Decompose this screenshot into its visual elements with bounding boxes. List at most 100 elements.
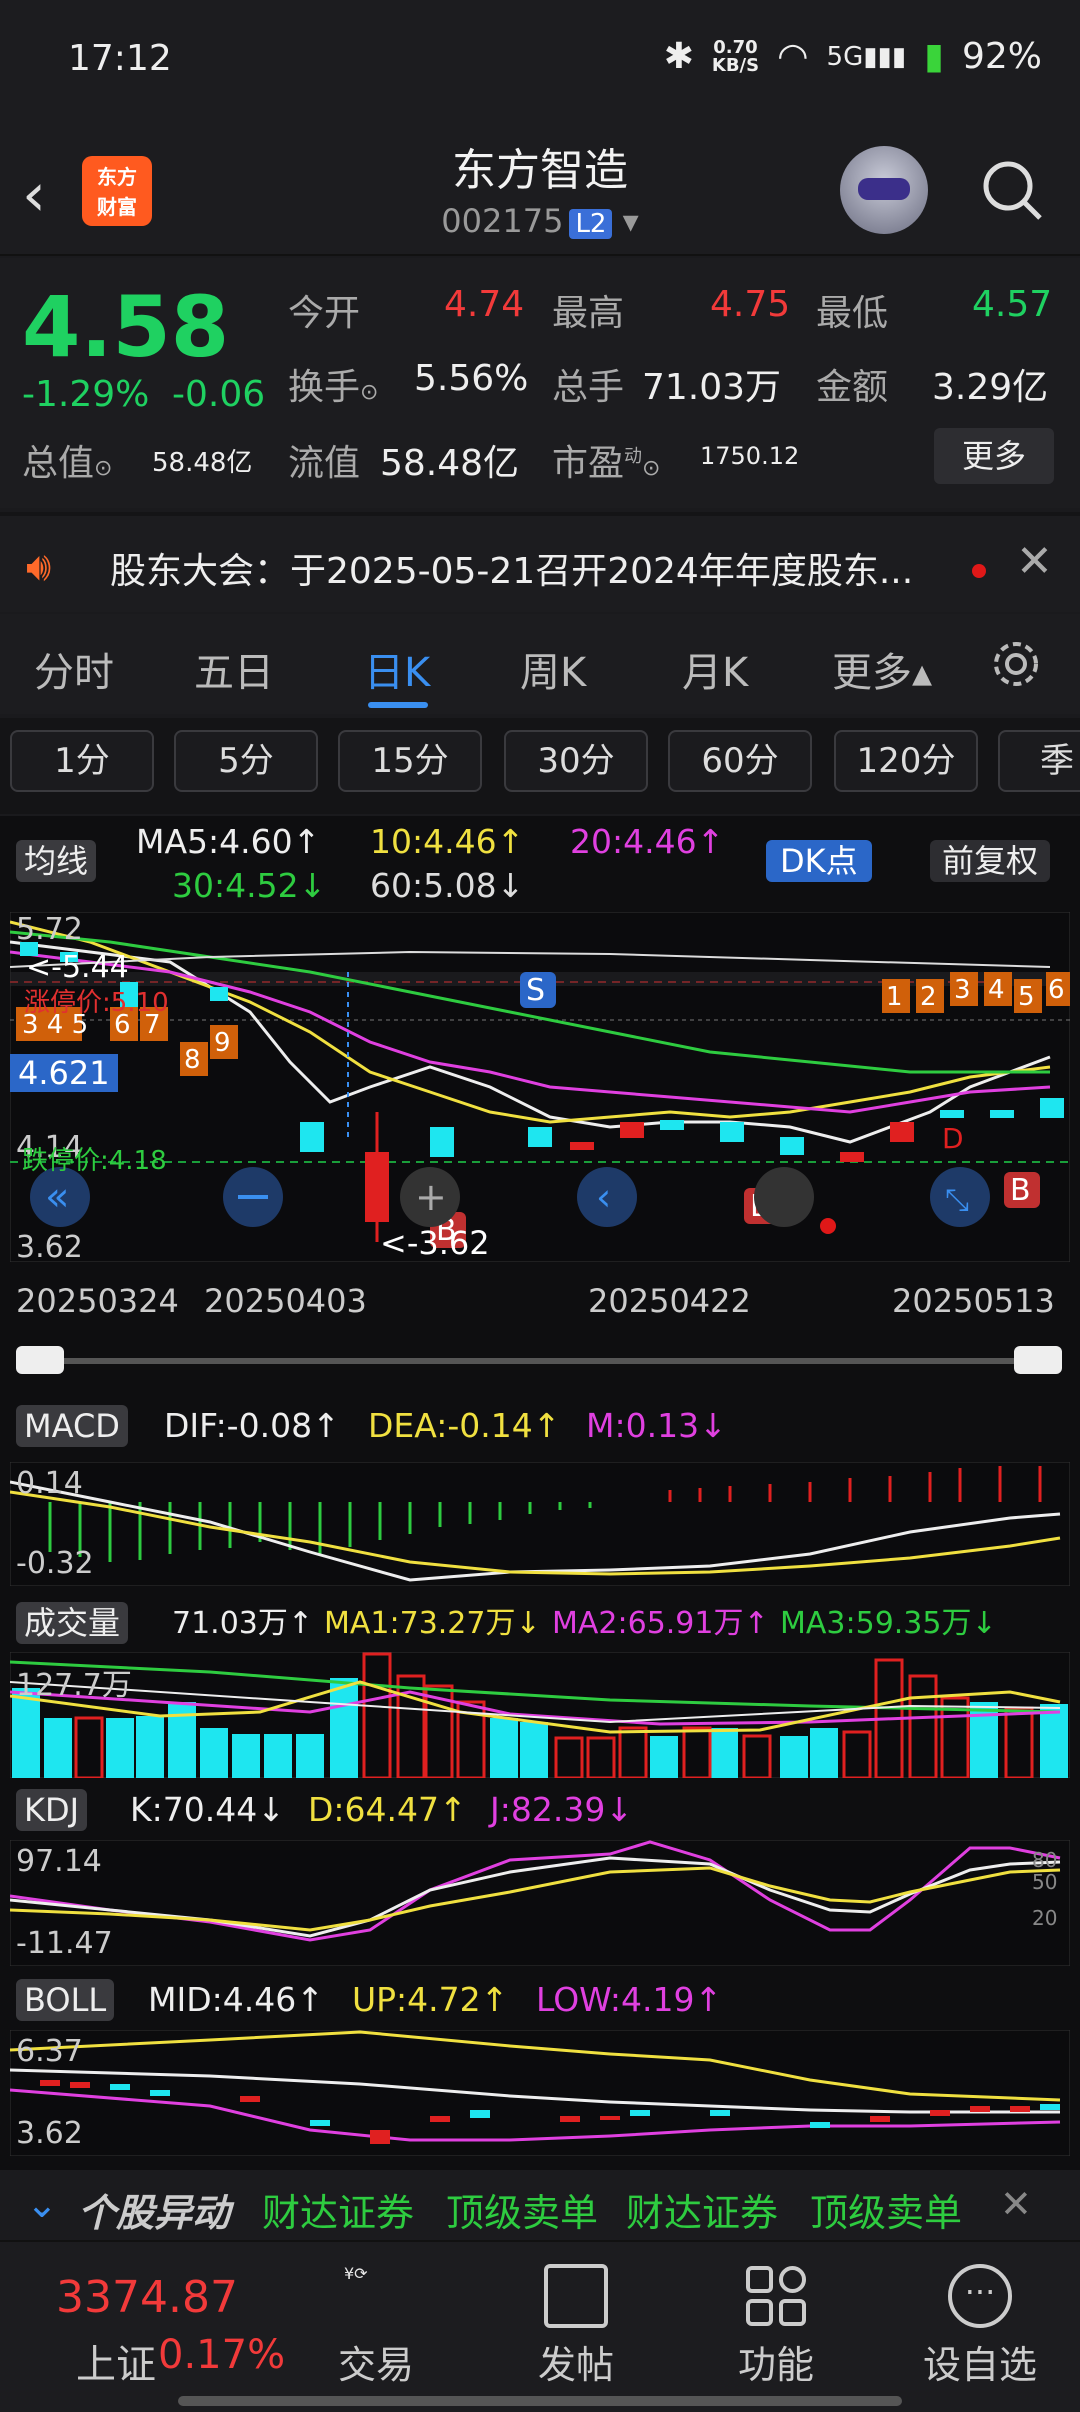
nav-trade[interactable]: 交易 [306,2334,446,2389]
chart-area: 均线 MA5:4.60↑ 10:4.46↑ 20:4.46↑ 30:4.52↓ … [0,816,1080,2216]
limit-down-label: 跌停价:4.18 [22,1146,167,1176]
dk-point-button[interactable]: DK点 [766,840,872,882]
period-60min[interactable]: 60分 [668,730,812,792]
more-dots-icon: ··· [948,2264,1012,2328]
date-label: 20250513 [892,1282,1055,1320]
kline-high-label: 5.72 [16,912,83,947]
stock-header: ‹ 东方 财富 东方智造 002175 L2 ▾ [0,120,1080,256]
close-icon[interactable]: ✕ [1000,2182,1032,2226]
signal-icon: 5G▮▮▮ [826,41,907,72]
macd-dea: DEA:-0.14↑ [368,1406,561,1445]
bluetooth-icon: ✱ [663,36,694,77]
ma5-value: MA5:4.60↑ [136,822,321,861]
assistant-robot-icon[interactable] [840,146,928,234]
battery-level: 92% [961,36,1042,77]
notice-bar[interactable]: 🔊︎ 股东大会：于2025-05-21召开2024年年度股东... ✕ [0,512,1080,612]
tab-monthly-k[interactable]: 月K [682,640,748,698]
change-pct: -1.29% [22,374,150,415]
limit-up-label: 涨停价:5.10 [24,988,169,1018]
chevron-down-icon[interactable]: ⌄ [26,2182,58,2226]
kdj-chart [10,1840,1070,1966]
svg-text:6: 6 [1048,975,1065,1005]
amount: 3.29亿 [932,367,1049,408]
volume-selector[interactable]: 成交量 [16,1602,129,1644]
stock-alert-ticker[interactable]: ⌄ 个股异动 财达证券 顶级卖单 财达证券 顶级卖单 ✕ [0,2170,1080,2240]
open-price: 4.74 [444,284,525,325]
last-price: 4.58 [22,278,230,376]
date-label: 20250403 [204,1282,367,1320]
period-15min[interactable]: 15分 [338,730,482,792]
pe-ratio: 1750.12 [700,442,800,470]
low-price: 4.57 [972,284,1053,325]
tab-daily-k[interactable]: 日K [364,640,430,698]
function-grid-icon [746,2266,806,2326]
quote-panel: 4.58 -1.29% -0.06 今开 4.74 最高 4.75 最低 4.5… [0,258,1080,508]
active-tab-indicator [368,702,428,708]
high-price: 4.75 [710,284,791,325]
scroll-handle-left[interactable] [16,1346,64,1374]
boll-selector[interactable]: BOLL [16,1979,115,2021]
status-time: 17:12 [68,38,172,79]
close-icon[interactable]: ✕ [1016,536,1053,587]
post-icon [544,2264,608,2328]
index-change: 0.17% [158,2332,286,2378]
svg-text:9: 9 [214,1028,231,1058]
ma20-value: 20:4.46↑ [570,822,725,861]
tab-weekly-k[interactable]: 周K [520,640,586,698]
network-speed: 0.70 KB/S [711,36,760,76]
svg-text:5: 5 [1018,982,1035,1012]
speaker-icon: 🔊︎ [26,544,52,590]
volume-ma2: MA2:65.91万↑ [552,1606,769,1641]
period-5min[interactable]: 5分 [174,730,318,792]
kline-chart[interactable]: 3 4 5 6 7 8 9 1 2 3 4 5 6 S B B B D « + … [10,912,1070,1262]
tab-intraday[interactable]: 分时 [34,640,114,698]
boll-mid: MID:4.46↑ [148,1980,324,2019]
kdj-d: D:64.47↑ [308,1790,467,1829]
home-indicator [178,2396,902,2406]
boll-up: UP:4.72↑ [352,1980,509,2019]
ma30-value: 30:4.52↓ [172,866,327,905]
svg-text:‹: ‹ [596,1175,611,1219]
chart-tabs: 分时 五日 日K 周K 月K 更多▴ [0,614,1080,714]
svg-text:4: 4 [988,975,1005,1005]
nav-post[interactable]: 发帖 [506,2334,646,2389]
kline-high-marker: <-5.44 [26,950,129,985]
nav-add-watchlist[interactable]: 设自选 [910,2334,1050,2389]
volume: 71.03万 [642,367,782,408]
index-name[interactable]: 上证 [76,2332,156,2390]
boll-low: LOW:4.19↑ [536,1980,723,2019]
period-quarter[interactable]: 季 [998,730,1080,792]
ticker-title: 个股异动 [78,2191,231,2235]
wifi-icon: ◠ [777,36,809,77]
svg-text:+: + [415,1175,447,1219]
index-value[interactable]: 3374.87 [56,2272,238,2323]
tab-five-day[interactable]: 五日 [194,640,274,698]
volume-ma1: MA1:73.27万↓ [324,1606,541,1641]
svg-text:2: 2 [920,982,937,1012]
l2-badge: L2 [569,209,613,239]
volume-chart [10,1652,1070,1778]
scroll-handle-right[interactable] [1014,1346,1062,1374]
svg-text:S: S [526,973,545,1008]
nav-function[interactable]: 功能 [706,2334,846,2389]
kdj-selector[interactable]: KDJ [16,1789,88,1831]
date-label: 20250422 [588,1282,751,1320]
volume-value: 71.03万↑ [172,1606,314,1641]
search-icon[interactable] [980,158,1044,222]
period-30min[interactable]: 30分 [504,730,648,792]
kline-min-label: 3.62 [16,1230,83,1265]
tab-more[interactable]: 更多▴ [832,640,932,698]
period-1min[interactable]: 1分 [10,730,154,792]
more-button[interactable]: 更多 [934,428,1054,484]
ma-selector[interactable]: 均线 [16,840,97,882]
period-120min[interactable]: 120分 [834,730,978,792]
svg-text:8: 8 [184,1045,201,1075]
macd-selector[interactable]: MACD [16,1405,128,1447]
settings-gear-icon[interactable] [990,638,1042,690]
adjust-mode-button[interactable]: 前复权 [930,840,1051,882]
svg-text:D: D [942,1122,964,1155]
svg-text:B: B [1010,1173,1031,1208]
notice-text[interactable]: 股东大会：于2025-05-21召开2024年年度股东... [110,542,913,594]
chart-scrollbar[interactable] [16,1358,1062,1364]
svg-text:⤡: ⤡ [945,1183,969,1218]
